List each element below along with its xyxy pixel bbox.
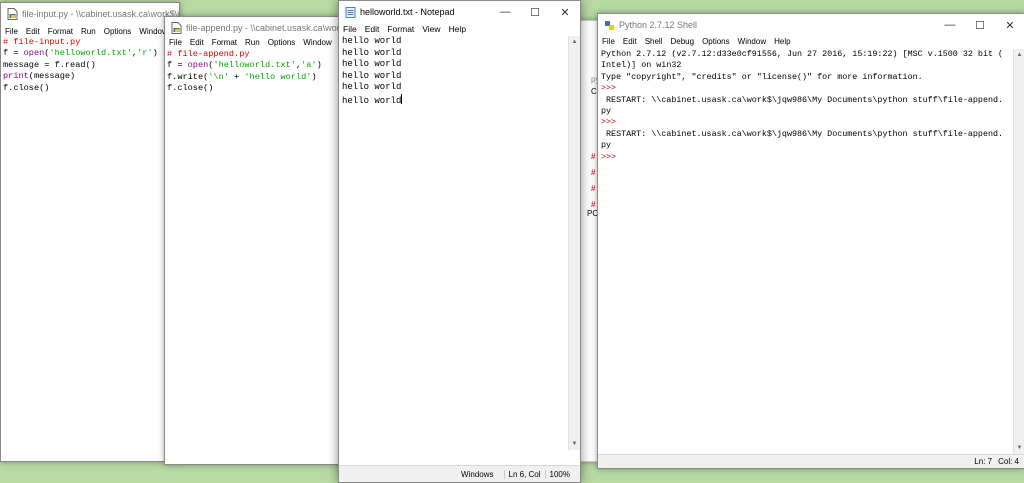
python-file-icon [170, 22, 182, 34]
shell-line: RESTART: \\cabinet.usask.ca\work$\jqw986… [601, 94, 1004, 105]
menu-options[interactable]: Options [264, 36, 300, 49]
text-line: hello world [342, 70, 402, 81]
text-cursor [401, 93, 403, 104]
idle-window-file-input[interactable]: file-input.py - \\cabinet.usask.ca\work$… [0, 2, 180, 462]
status-column: Col: 4 [998, 457, 1019, 466]
menu-format[interactable]: Format [208, 36, 241, 49]
idle-window-file-input-titlebar[interactable]: file-input.py - \\cabinet.usask.ca\work$… [1, 3, 179, 25]
code-editor-file-append[interactable]: # file-append.py f = open('helloworld.txt… [167, 49, 322, 95]
menu-window[interactable]: Window [734, 35, 770, 48]
python-shell-icon [603, 19, 615, 31]
menu-debug[interactable]: Debug [666, 35, 698, 48]
window-title: file-input.py - \\cabinet.usask.ca\work$… [22, 9, 179, 19]
background-window-marks: # # # # [591, 152, 596, 209]
shell-line: RESTART: \\cabinet.usask.ca\work$\jqw986… [601, 128, 1004, 139]
window-title: file-append.py - \\cabinet.usask.ca\work… [186, 23, 355, 33]
menu-edit[interactable]: Edit [186, 36, 208, 49]
code-line: f.close() [3, 82, 50, 93]
code-line: f = open('helloworld.txt','a') [167, 60, 322, 71]
background-window-menu[interactable]: C [591, 87, 597, 96]
menu-edit[interactable]: Edit [361, 23, 384, 36]
text-line: hello world [342, 47, 402, 58]
status-zoom: 100% [544, 469, 580, 479]
menu-edit[interactable]: Edit [619, 35, 641, 48]
notepad-text-area[interactable]: hello world hello world hello world hello w… [342, 36, 403, 108]
shell-output-area[interactable]: Python 2.7.12 (v2.7.12:d33e0cf91556, Jun… [601, 49, 1003, 163]
code-line: # file-input.py [3, 37, 81, 47]
scroll-down-arrow-icon[interactable]: ▼ [1014, 442, 1024, 454]
shell-prompt: >>> [601, 117, 622, 128]
text-line: hello world [342, 93, 403, 106]
code-line: print(message) [3, 71, 76, 82]
code-line: # file-append.py [167, 49, 250, 59]
shell-vertical-scrollbar[interactable]: ▲ ▼ [1013, 49, 1024, 454]
shell-status-bar: Ln: 7 Col: 4 [598, 454, 1024, 468]
notepad-menu-bar: File Edit Format View Help [339, 23, 580, 36]
menu-shell[interactable]: Shell [641, 35, 667, 48]
code-editor-file-input[interactable]: # file-input.py f = open('helloworld.txt'… [3, 37, 158, 94]
notepad-vertical-scrollbar[interactable]: ▲ ▼ [568, 36, 580, 450]
shell-menu-bar: File Edit Shell Debug Options Window Hel… [598, 35, 1024, 48]
scroll-down-arrow-icon[interactable]: ▼ [569, 438, 580, 450]
shell-line: Python 2.7.12 (v2.7.12:d33e0cf91556, Jun… [601, 49, 1004, 59]
close-button[interactable]: ✕ [995, 14, 1024, 36]
idle-menu-bar-file-append: File Edit Format Run Options Window [165, 36, 355, 49]
menu-file[interactable]: File [165, 36, 186, 49]
menu-options[interactable]: Options [698, 35, 734, 48]
shell-line: Type "copyright", "credits" or "license(… [601, 71, 923, 82]
menu-file[interactable]: File [339, 23, 361, 36]
menu-view[interactable]: View [418, 23, 444, 36]
notepad-window[interactable]: helloworld.txt - Notepad — ☐ ✕ File Edit… [338, 0, 581, 483]
shell-line: py [601, 140, 612, 151]
code-line: f.close() [167, 83, 214, 94]
code-line: f.write('\n' + 'hello world') [167, 71, 317, 82]
scroll-up-arrow-icon[interactable]: ▲ [569, 36, 580, 48]
status-position: Ln 6, Col [503, 469, 545, 479]
code-line: f = open('helloworld.txt','r') [3, 48, 158, 59]
menu-help[interactable]: Help [445, 23, 470, 36]
minimize-button[interactable]: — [935, 14, 965, 36]
code-line: message = f.read() [3, 59, 96, 70]
notepad-status-bar: Windows Ln 6, Col 100% [339, 465, 580, 482]
shell-line: Intel)] on win32 [601, 60, 682, 71]
menu-help[interactable]: Help [770, 35, 794, 48]
idle-window-file-append[interactable]: file-append.py - \\cabinet.usask.ca\work… [164, 16, 356, 465]
maximize-button[interactable]: ☐ [965, 14, 995, 36]
menu-file[interactable]: File [598, 35, 619, 48]
maximize-button[interactable]: ☐ [520, 1, 550, 23]
python-shell-window[interactable]: Python 2.7.12 Shell — ☐ ✕ File Edit Shel… [597, 13, 1024, 469]
status-line: Ln: 7 [974, 457, 993, 466]
menu-window[interactable]: Window [299, 36, 335, 49]
shell-line: py [601, 106, 612, 117]
notepad-icon [344, 6, 356, 18]
shell-prompt: >>> [601, 151, 622, 162]
menu-run[interactable]: Run [241, 36, 264, 49]
text-line: hello world [342, 36, 402, 46]
close-button[interactable]: ✕ [550, 1, 580, 23]
status-eol: Windows [461, 469, 494, 479]
minimize-button[interactable]: — [490, 1, 520, 23]
python-file-icon [6, 8, 18, 20]
menu-format[interactable]: Format [383, 23, 418, 36]
scroll-up-arrow-icon[interactable]: ▲ [1014, 49, 1024, 61]
text-line: hello world [342, 59, 402, 70]
text-line: hello world [342, 82, 402, 93]
shell-prompt: >>> [601, 83, 622, 94]
